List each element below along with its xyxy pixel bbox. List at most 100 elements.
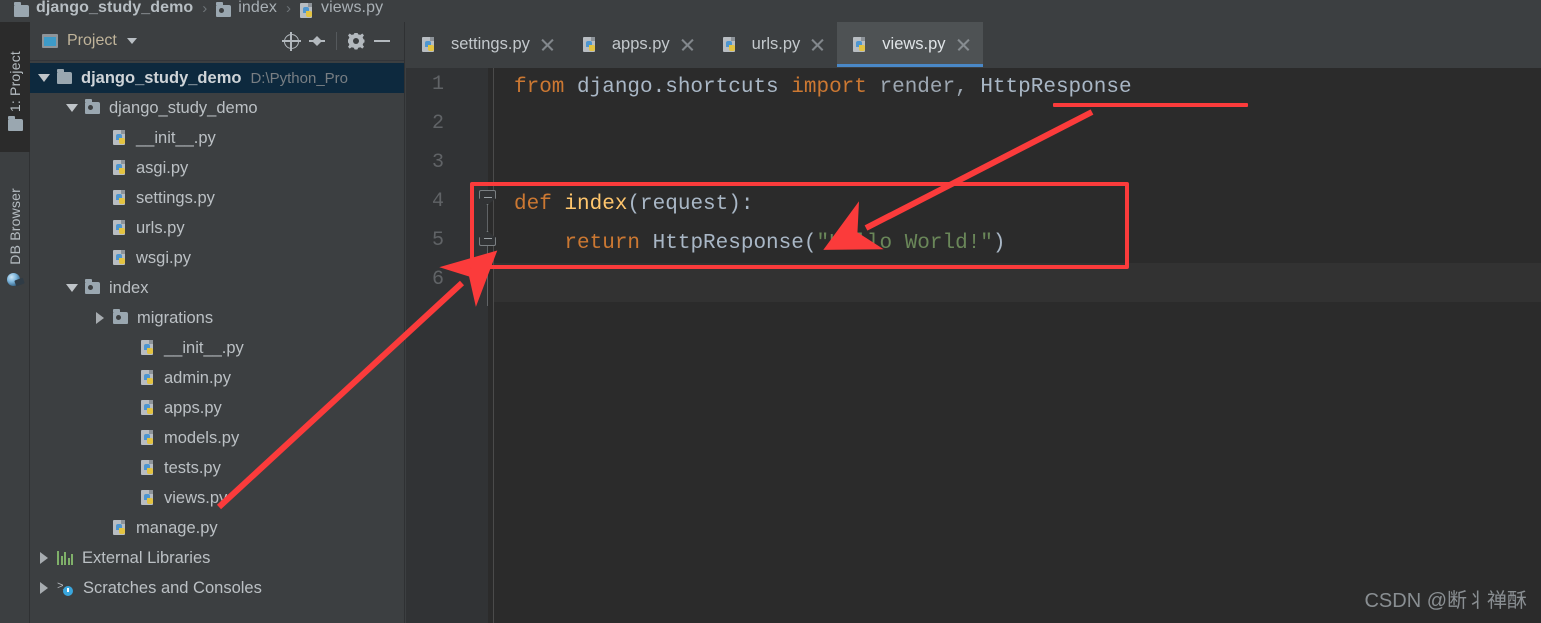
line-number: 6 — [431, 268, 444, 291]
sidebar-item-db-browser[interactable]: DB Browser — [0, 162, 30, 312]
hide-panel-button[interactable] — [369, 28, 395, 54]
editor-tab-label: urls.py — [751, 35, 801, 53]
tree-node[interactable]: __init__.py — [30, 123, 404, 153]
code-token: index — [564, 193, 628, 216]
sidebar-item-project[interactable]: 1: Project — [0, 22, 30, 152]
line-number: 1 — [431, 73, 444, 96]
python-file-icon — [422, 36, 436, 53]
tree-node-label: External Libraries — [82, 548, 211, 567]
tree-node-path: D:\Python_Pro — [250, 69, 349, 87]
tree-expand-arrow-down-icon[interactable] — [64, 284, 80, 292]
project-tool-window: Project django_study_demo D:\Python_Pro dj… — [30, 22, 405, 623]
scratches-icon: >_ — [57, 581, 74, 596]
tool-tab-label: DB Browser — [7, 187, 23, 265]
close-icon[interactable] — [957, 38, 970, 51]
tree-node-label: django_study_demo — [81, 68, 242, 87]
code-token: from — [514, 76, 578, 99]
project-tree: django_study_demo D:\Python_Pro django_stu… — [30, 61, 404, 623]
python-file-icon — [113, 250, 127, 266]
breadcrumb-label: django_study_demo — [36, 0, 194, 16]
tree-node[interactable]: views.py — [30, 483, 404, 513]
gear-icon — [347, 32, 365, 50]
tree-node[interactable]: __init__.py — [30, 333, 404, 363]
close-icon[interactable] — [681, 38, 694, 51]
tree-expand-arrow-right-icon[interactable] — [36, 582, 52, 594]
python-file-icon — [141, 400, 155, 416]
breadcrumb-label: views.py — [321, 0, 384, 16]
tree-node-label: __init__.py — [136, 128, 216, 147]
tree-node-label: settings.py — [136, 188, 215, 207]
tree-node-label: views.py — [164, 488, 228, 507]
tree-node-label: models.py — [164, 428, 240, 447]
code-text[interactable]: from django.shortcuts import render, Htt… — [494, 68, 1541, 623]
editor-tab-label: apps.py — [611, 35, 670, 53]
collapse-all-button[interactable] — [304, 28, 330, 54]
tree-node[interactable]: index — [30, 273, 404, 303]
python-file-icon — [113, 160, 127, 176]
code-token: "Hello World!" — [816, 232, 993, 255]
tree-expand-arrow-down-icon[interactable] — [64, 104, 80, 112]
collapse-all-icon — [309, 34, 325, 49]
tree-node[interactable]: manage.py — [30, 513, 404, 543]
tool-tab-label: 1: Project — [7, 50, 23, 113]
tree-node[interactable]: settings.py — [30, 183, 404, 213]
editor-tabbar: settings.py apps.py urls.py views.py — [406, 22, 1541, 68]
breadcrumb-item-index[interactable]: index — [216, 0, 277, 22]
folder-icon — [57, 69, 72, 84]
breadcrumb-item-project[interactable]: django_study_demo — [14, 0, 193, 22]
close-icon[interactable] — [811, 38, 824, 51]
tree-expand-arrow-down-icon[interactable] — [36, 74, 52, 82]
editor-tab-views-py[interactable]: views.py — [837, 22, 983, 67]
tree-node[interactable]: models.py — [30, 423, 404, 453]
fold-dash — [483, 237, 492, 240]
tree-node[interactable]: migrations — [30, 303, 404, 333]
package-folder-icon — [113, 309, 128, 324]
project-panel-header: Project — [30, 22, 404, 61]
tree-node[interactable]: apps.py — [30, 393, 404, 423]
watermark: CSDN @断丬禅酥 — [1364, 590, 1527, 612]
fold-region-line — [487, 246, 488, 306]
editor-tab-urls-py[interactable]: urls.py — [707, 22, 838, 67]
tree-node[interactable]: asgi.py — [30, 153, 404, 183]
tree-node[interactable]: django_study_demo — [30, 93, 404, 123]
line-number: 3 — [431, 151, 444, 174]
python-file-icon — [141, 460, 155, 476]
project-window-icon — [42, 34, 58, 48]
breadcrumb-item-file[interactable]: views.py — [300, 0, 383, 22]
tool-window-strip: 1: Project DB Browser — [0, 22, 30, 623]
tree-expand-arrow-right-icon[interactable] — [92, 312, 108, 324]
active-tab-indicator — [837, 64, 983, 67]
scroll-from-source-button[interactable] — [278, 28, 304, 54]
tree-node-label: django_study_demo — [109, 98, 258, 117]
editor-area: settings.py apps.py urls.py views.py 1 2 3 4 5 6… — [406, 22, 1541, 623]
tree-expand-arrow-right-icon[interactable] — [36, 552, 52, 564]
tree-node[interactable]: wsgi.py — [30, 243, 404, 273]
tree-node[interactable]: >_ Scratches and Consoles — [30, 573, 404, 603]
breadcrumb-label: index — [238, 0, 278, 16]
line-number: 5 — [431, 229, 444, 252]
toolbar-divider — [336, 32, 337, 50]
tree-node[interactable]: urls.py — [30, 213, 404, 243]
code-token: HttpResponse — [980, 76, 1132, 99]
tree-node[interactable]: django_study_demo D:\Python_Pro — [30, 63, 404, 93]
chevron-down-icon[interactable] — [126, 38, 137, 44]
code-token: def — [514, 193, 565, 216]
editor-tab-settings-py[interactable]: settings.py — [406, 22, 567, 67]
external-libraries-icon — [57, 551, 73, 565]
tree-node[interactable]: External Libraries — [30, 543, 404, 573]
folder-icon — [14, 2, 29, 17]
python-file-icon — [113, 220, 127, 236]
tree-node-label: migrations — [137, 308, 214, 327]
tree-node[interactable]: admin.py — [30, 363, 404, 393]
code-editor[interactable]: 1 2 3 4 5 6 from django.shortcuts import rend… — [406, 68, 1541, 623]
settings-button[interactable] — [343, 28, 369, 54]
editor-tab-label: settings.py — [451, 35, 530, 53]
code-token: ( — [803, 232, 817, 255]
tree-node[interactable]: tests.py — [30, 453, 404, 483]
code-token: render — [879, 76, 956, 99]
close-icon[interactable] — [541, 38, 554, 51]
python-file-icon — [141, 340, 155, 356]
editor-tab-apps-py[interactable]: apps.py — [567, 22, 707, 67]
code-line — [494, 263, 1541, 302]
